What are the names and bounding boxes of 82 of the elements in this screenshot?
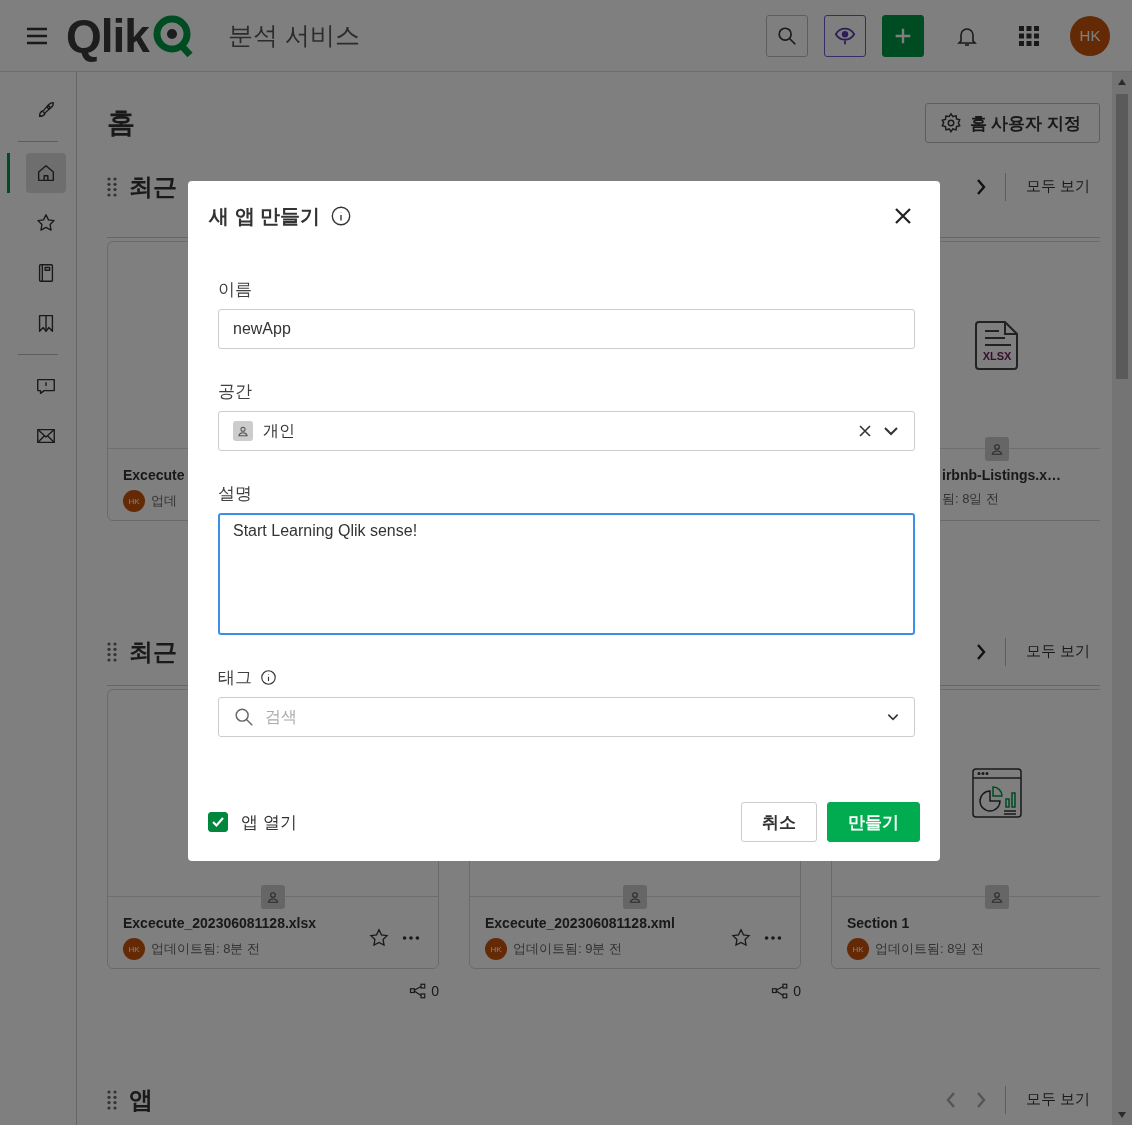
scroll-down-icon[interactable] <box>1117 1111 1127 1119</box>
updated-time: 업데이트됨: 8분 전 <box>151 940 261 958</box>
info-icon[interactable] <box>330 205 353 227</box>
more-button[interactable] <box>762 933 784 942</box>
owner-avatar: HK <box>123 490 145 512</box>
spreadsheet-file-icon: XLSX <box>973 319 1021 371</box>
page-title: 홈 <box>107 106 135 140</box>
favorite-button[interactable] <box>368 926 390 949</box>
star-icon <box>35 212 57 234</box>
drag-handle-icon[interactable] <box>107 1089 117 1110</box>
search-icon <box>233 706 255 728</box>
owner-avatar: HK <box>485 938 507 960</box>
clear-icon[interactable] <box>858 424 872 438</box>
section-title: 최근 <box>129 172 177 202</box>
close-button[interactable] <box>894 207 912 225</box>
create-button[interactable]: 만들기 <box>827 802 920 842</box>
description-field[interactable]: Start Learning Qlik sense! <box>218 513 915 635</box>
user-avatar[interactable]: HK <box>1070 15 1110 56</box>
app-name: Excecute_202306081128.xlsx <box>123 915 318 931</box>
sidebar-item[interactable] <box>7 153 69 193</box>
info-icon[interactable] <box>260 668 277 686</box>
chevron-left-icon <box>944 1090 957 1109</box>
updated-time: 업데 <box>151 492 177 510</box>
field-label: 태그 <box>218 666 252 689</box>
star-icon <box>368 926 390 949</box>
grid-icon <box>1018 24 1040 47</box>
next-button[interactable] <box>974 642 987 661</box>
tag-search-field[interactable]: 검색 <box>218 697 915 737</box>
more-icon <box>762 933 784 942</box>
insight-button[interactable] <box>824 14 866 57</box>
next-button[interactable] <box>974 177 987 196</box>
owner-avatar: HK <box>123 938 145 960</box>
chevron-right-icon <box>974 177 987 196</box>
logo-text: Qlik <box>66 8 149 63</box>
app-name: Section 1 <box>847 915 911 931</box>
app-name: Excecute_202306081128.xml <box>485 915 676 931</box>
show-all-link[interactable]: 모두 보기 <box>1005 642 1100 661</box>
favorite-button[interactable] <box>730 926 752 949</box>
scrollbar-thumb[interactable] <box>1116 94 1128 379</box>
updated-time: 업데이트됨: 8일 전 <box>875 940 985 958</box>
more-button[interactable] <box>400 933 422 942</box>
search-button[interactable] <box>766 14 808 57</box>
updated-time: 업데이트됨: 9분 전 <box>513 940 623 958</box>
share-nodes-icon <box>771 982 790 1000</box>
more-icon <box>400 933 422 942</box>
menu-icon[interactable] <box>26 26 48 45</box>
field-label: 공간 <box>218 380 252 403</box>
gear-icon <box>939 112 962 134</box>
customize-home-button[interactable]: 홈 사용자 지정 <box>924 103 1100 143</box>
open-app-label: 앱 열기 <box>241 811 297 834</box>
show-all-link[interactable]: 모두 보기 <box>1005 177 1100 196</box>
dashboard-icon <box>971 767 1023 819</box>
person-icon <box>233 421 253 441</box>
name-field[interactable]: newApp <box>218 309 915 349</box>
search-icon <box>776 24 798 47</box>
drag-handle-icon[interactable] <box>107 176 117 197</box>
chevron-right-icon <box>974 1090 987 1109</box>
section-title: 앱 <box>129 1085 153 1115</box>
space-dropdown[interactable]: 개인 <box>218 411 915 451</box>
close-icon <box>894 207 912 225</box>
checkmark-icon <box>211 815 225 829</box>
updated-time: 됨: 8일 전 <box>942 490 1000 508</box>
star-icon <box>730 926 752 949</box>
field-label: 설명 <box>218 482 252 505</box>
add-button[interactable] <box>882 14 924 57</box>
chevron-right-icon <box>974 642 987 661</box>
field-label: 이름 <box>218 278 252 301</box>
dialog-title: 새 앱 만들기 <box>209 203 321 229</box>
share-nodes-icon <box>409 982 428 1000</box>
share-count: 0 <box>431 983 439 999</box>
drag-handle-icon[interactable] <box>107 641 117 662</box>
cancel-button[interactable]: 취소 <box>741 802 817 842</box>
owner-avatar: HK <box>847 938 869 960</box>
app-name: Excecute <box>123 467 186 483</box>
home-icon <box>35 162 57 184</box>
scroll-up-icon[interactable] <box>1117 78 1127 86</box>
open-app-checkbox[interactable] <box>208 812 228 832</box>
section-title: 최근 <box>129 637 177 667</box>
service-title: 분석 서비스 <box>227 20 360 51</box>
share-count: 0 <box>793 983 801 999</box>
show-all-link[interactable]: 모두 보기 <box>1005 1090 1100 1109</box>
app-name: irbnb-Listings.x… <box>942 467 1062 483</box>
